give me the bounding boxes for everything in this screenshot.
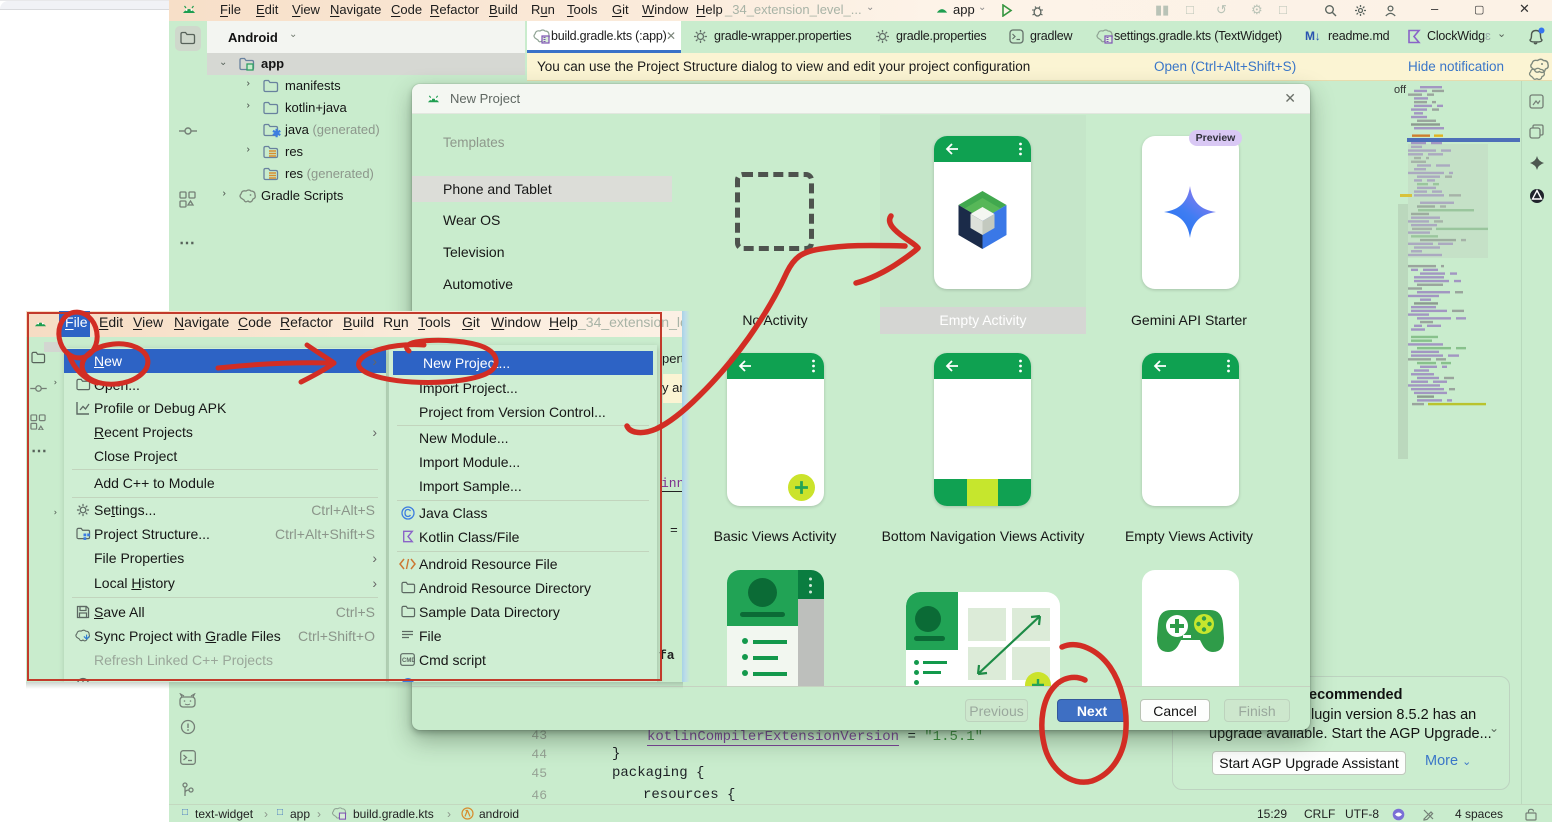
svg-text:✱: ✱: [272, 128, 281, 138]
